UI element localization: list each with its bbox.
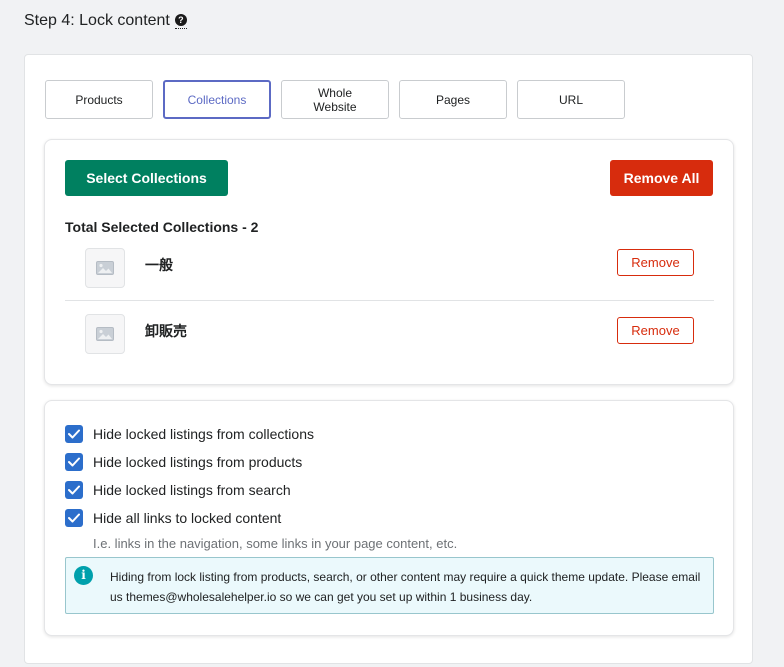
remove-collection-button[interactable]: Remove <box>617 249 694 276</box>
option-hide-all-links[interactable]: Hide all links to locked content <box>65 509 281 527</box>
remove-all-button[interactable]: Remove All <box>610 160 713 196</box>
checkbox-checked[interactable] <box>65 509 83 527</box>
option-hide-from-collections[interactable]: Hide locked listings from collections <box>65 425 314 443</box>
checkmark-icon <box>68 429 80 439</box>
checkbox-checked[interactable] <box>65 481 83 499</box>
option-hide-from-search[interactable]: Hide locked listings from search <box>65 481 291 499</box>
collection-row: 一般 Remove <box>65 239 714 301</box>
remove-collection-button[interactable]: Remove <box>617 317 694 344</box>
tab-url[interactable]: URL <box>517 80 625 119</box>
tab-products[interactable]: Products <box>45 80 153 119</box>
total-selected-label: Total Selected Collections - 2 <box>65 219 259 235</box>
lock-type-tabs: Products Collections Whole Website Pages… <box>45 80 625 119</box>
option-label: Hide locked listings from search <box>93 482 291 498</box>
checkmark-icon <box>68 513 80 523</box>
option-label: Hide locked listings from collections <box>93 426 314 442</box>
question-circle-icon[interactable]: ? <box>174 13 187 26</box>
checkbox-checked[interactable] <box>65 425 83 443</box>
info-banner: i Hiding from lock listing from products… <box>65 557 714 614</box>
tab-collections[interactable]: Collections <box>163 80 271 119</box>
visibility-options-card: Hide locked listings from collections Hi… <box>44 400 734 636</box>
collection-row: 卸販売 Remove <box>65 305 714 367</box>
info-banner-text: Hiding from lock listing from products, … <box>110 570 701 604</box>
option-label: Hide locked listings from products <box>93 454 303 470</box>
image-placeholder-icon <box>85 314 125 354</box>
info-circle-icon: i <box>74 566 93 585</box>
option-label: Hide all links to locked content <box>93 510 282 526</box>
tab-pages[interactable]: Pages <box>399 80 507 119</box>
step-title: Step 4: Lock content ? <box>24 12 187 32</box>
selected-collections-card: Select Collections Remove All Total Sele… <box>44 139 734 385</box>
tab-whole-website[interactable]: Whole Website <box>281 80 389 119</box>
help-tooltip-trigger[interactable]: ? <box>174 13 187 29</box>
lock-content-card: Products Collections Whole Website Pages… <box>24 54 753 664</box>
image-placeholder-icon <box>85 248 125 288</box>
collection-name: 一般 <box>145 257 173 273</box>
checkbox-checked[interactable] <box>65 453 83 471</box>
option-hide-from-products[interactable]: Hide locked listings from products <box>65 453 302 471</box>
option-hint-text: I.e. links in the navigation, some links… <box>93 536 458 551</box>
checkmark-icon <box>68 485 80 495</box>
collection-name: 卸販売 <box>145 323 187 339</box>
checkmark-icon <box>68 457 80 467</box>
step-title-text: Step 4: Lock content <box>24 12 170 29</box>
select-collections-button[interactable]: Select Collections <box>65 160 228 196</box>
